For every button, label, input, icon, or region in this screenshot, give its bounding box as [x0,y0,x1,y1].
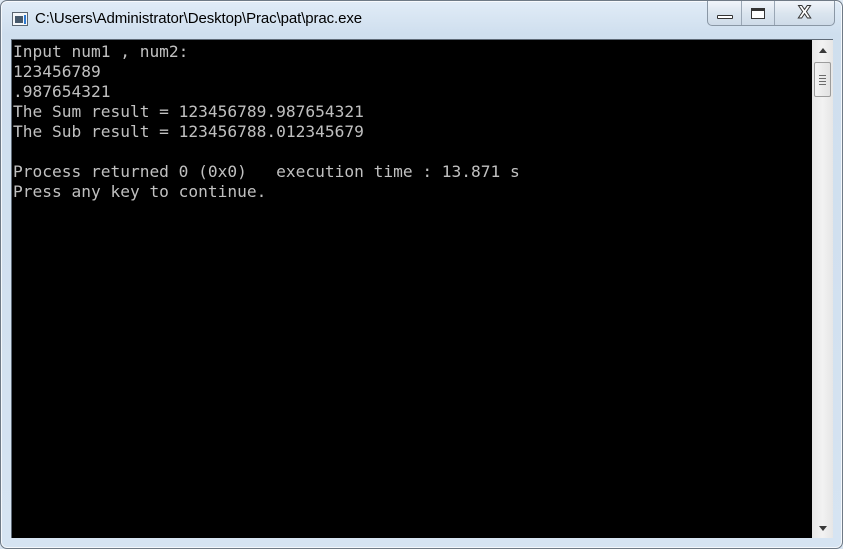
console-window: C:\Users\Administrator\Desktop\Prac\pat\… [0,0,843,549]
console-line-prompt: Input num1 , num2: [13,42,189,61]
close-button[interactable]: X [775,1,834,25]
arrow-up-icon [818,47,827,53]
grip-line [819,77,826,79]
minimize-icon [716,14,733,19]
console-app-icon[interactable] [12,12,28,26]
minimize-button[interactable] [708,1,742,25]
console-line-input-num1: 123456789 [13,62,101,81]
title-bar[interactable]: C:\Users\Administrator\Desktop\Prac\pat\… [1,1,842,37]
console-line-sub-result: The Sub result = 123456788.012345679 [13,122,364,141]
console-line-blank [13,142,520,162]
grip-line [819,74,826,76]
console-text: Input num1 , num2: 123456789.987654321 The… [13,42,520,202]
caption-buttons: X [707,1,835,26]
grip-line [819,80,826,82]
console-line-process-returned: Process returned 0 (0x0) execution time … [13,162,520,181]
arrow-down-icon [818,525,827,531]
console-line-sum-result: The Sum result = 123456789.987654321 [13,102,364,121]
maximize-button[interactable] [742,1,775,25]
close-icon: X [797,2,812,23]
vertical-scrollbar[interactable] [812,39,833,538]
console-line-press-any-key: Press any key to continue. [13,182,267,201]
console-output-area[interactable]: Input num1 , num2: 123456789.987654321 The… [11,39,812,538]
scrollbar-thumb[interactable] [814,62,831,97]
maximize-icon [751,7,765,19]
scroll-down-button[interactable] [812,518,833,538]
console-line-input-num2: .987654321 [13,82,111,101]
grip-line [819,83,826,85]
window-title: C:\Users\Administrator\Desktop\Prac\pat\… [35,10,362,27]
scroll-up-button[interactable] [812,40,833,60]
